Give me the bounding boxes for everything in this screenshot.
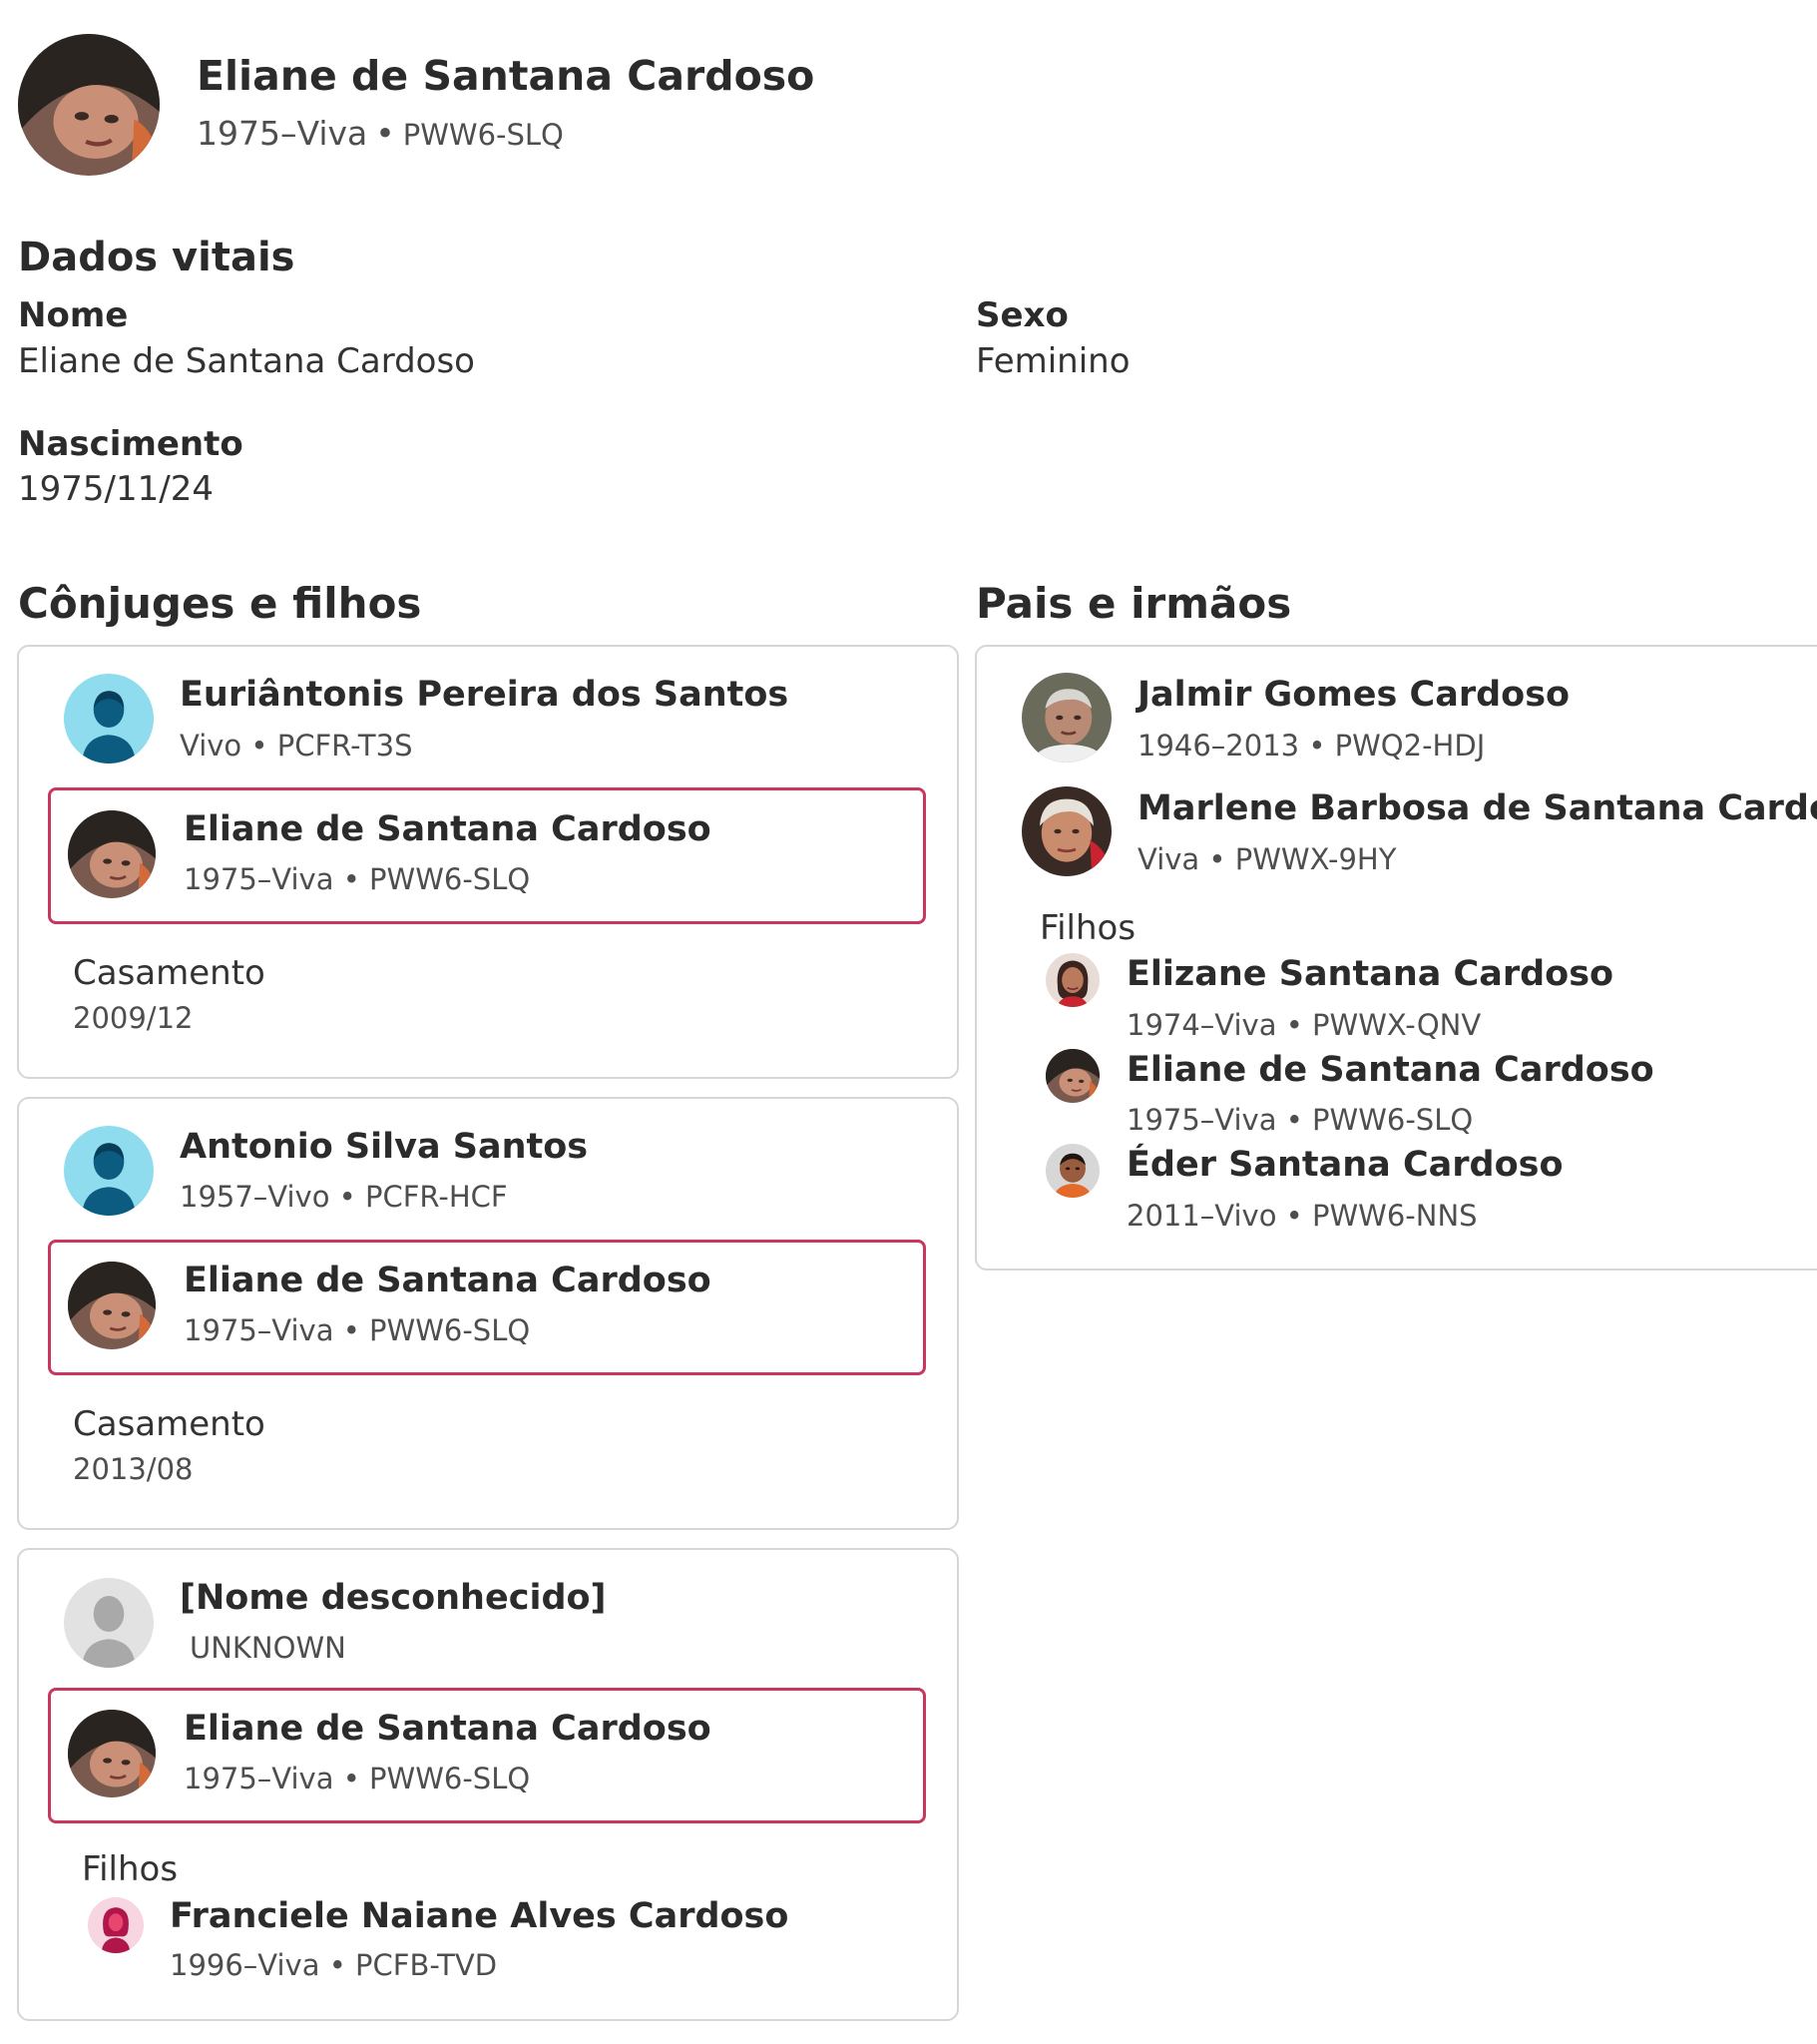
header-lifespan: 1975–Viva [197,114,368,153]
sibling-meta: 2011–Vivo • PWW6-NNS [1127,1199,1478,1233]
mother-avatar [1022,786,1112,876]
self-name[interactable]: Eliane de Santana Cardoso [184,1709,711,1749]
spouses-heading: Cônjuges e filhos [18,579,422,628]
marriage-date: 2009/12 [73,1001,194,1035]
spouse-avatar [64,1578,154,1668]
sex-label: Sexo [976,295,1069,335]
marriage-date: 2013/08 [73,1452,194,1486]
sex-value[interactable]: Feminino [976,341,1131,381]
spouse-meta: UNKNOWN [190,1631,346,1665]
self-avatar [68,1710,156,1797]
self-meta: 1975–Viva • PWW6-SLQ [184,1762,531,1795]
self-meta: 1975–Viva • PWW6-SLQ [184,862,531,896]
self-name[interactable]: Eliane de Santana Cardoso [184,1261,711,1300]
marriage-label: Casamento [73,953,265,993]
page-title: Eliane de Santana Cardoso [197,52,815,100]
self-avatar [68,810,156,898]
children-label: Filhos [82,1849,179,1889]
spouse-meta: 1957–Vivo • PCFR-HCF [180,1180,508,1214]
child-avatar [88,1897,144,1953]
sibling-meta: 1975–Viva • PWW6-SLQ [1127,1103,1474,1137]
header-meta: 1975–Viva • PWW6-SLQ [197,114,564,153]
spouse-name[interactable]: [Nome desconhecido] [180,1578,607,1618]
marriage-label: Casamento [73,1404,265,1444]
spouse-meta: Vivo • PCFR-T3S [180,729,413,763]
spouse-name[interactable]: Antonio Silva Santos [180,1127,588,1167]
child-meta: 1996–Viva • PCFB-TVD [170,1948,498,1982]
self-meta: 1975–Viva • PWW6-SLQ [184,1313,531,1347]
father-avatar [1022,673,1112,763]
name-label: Nome [18,295,129,335]
vitals-heading: Dados vitais [18,235,295,280]
father-meta: 1946–2013 • PWQ2-HDJ [1137,729,1486,763]
sibling-name[interactable]: Éder Santana Cardoso [1127,1145,1564,1185]
self-name[interactable]: Eliane de Santana Cardoso [184,809,711,849]
profile-photo [18,34,160,176]
sibling-name[interactable]: Eliane de Santana Cardoso [1127,1050,1654,1090]
sibling-avatar [1046,1049,1100,1103]
child-name[interactable]: Franciele Naiane Alves Cardoso [170,1896,788,1936]
spouse-avatar [64,1126,154,1216]
siblings-label: Filhos [1040,908,1136,948]
sibling-meta: 1974–Viva • PWWX-QNV [1127,1008,1482,1042]
father-name[interactable]: Jalmir Gomes Cardoso [1137,675,1570,715]
name-value[interactable]: Eliane de Santana Cardoso [18,341,475,381]
mother-name[interactable]: Marlene Barbosa de Santana Cardoso [1137,788,1817,828]
spouse-avatar [64,674,154,764]
self-person-card[interactable] [48,787,926,924]
mother-meta: Viva • PWWX-9HY [1137,842,1397,876]
birth-label: Nascimento [18,424,243,464]
sibling-avatar [1046,1144,1100,1198]
header-person-id[interactable]: PWW6-SLQ [403,118,564,152]
sibling-avatar [1046,953,1100,1007]
self-avatar [68,1262,156,1349]
parents-heading: Pais e irmãos [976,579,1292,628]
sibling-name[interactable]: Elizane Santana Cardoso [1127,954,1613,994]
birth-value[interactable]: 1975/11/24 [18,469,214,509]
spouse-name[interactable]: Euriântonis Pereira dos Santos [180,675,788,715]
